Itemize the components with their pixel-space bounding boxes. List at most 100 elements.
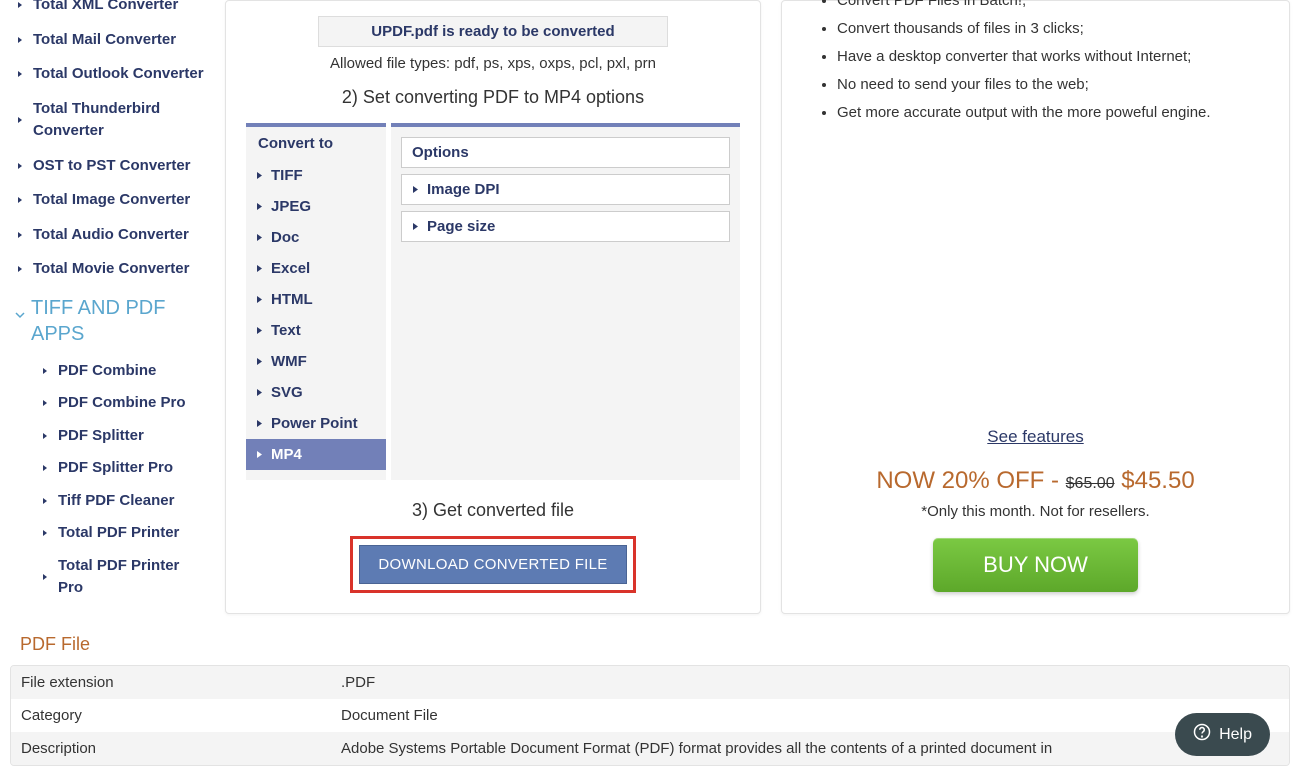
triangle-right-icon [256,357,263,366]
format-item[interactable]: MP4 [246,439,386,470]
format-item[interactable]: TIFF [246,160,386,191]
chevron-right-icon [15,230,25,240]
chevron-right-icon [40,463,50,473]
option-row[interactable]: Page size [401,211,730,242]
triangle-right-icon [256,202,263,211]
see-features-link[interactable]: See features [987,427,1083,446]
sidebar-item[interactable]: Total Movie Converter [15,252,205,287]
sidebar-item[interactable]: PDF Combine [15,355,205,388]
sidebar-item[interactable]: Total Image Converter [15,183,205,218]
format-label: Doc [271,229,299,246]
sidebar-item-label: Total PDF Printer [58,522,179,545]
options-header-label: Options [412,144,469,161]
chevron-right-icon [40,496,50,506]
format-label: Excel [271,260,310,277]
sidebar-category-header[interactable]: TIFF AND PDF APPS [15,287,205,355]
triangle-right-icon [256,388,263,397]
sidebar-item-label: PDF Splitter [58,425,144,448]
sidebar-item-label: Total Outlook Converter [33,63,204,86]
sidebar-item[interactable]: OST to PST Converter [15,149,205,184]
sidebar-item[interactable]: PDF Splitter Pro [15,452,205,485]
sidebar-category-label: TIFF AND PDF APPS [31,295,205,347]
sidebar-item[interactable]: Total Outlook Converter [15,57,205,92]
help-label: Help [1219,726,1252,744]
triangle-right-icon [256,264,263,273]
promo-price: NOW 20% OFF - $65.00 $45.50 [802,467,1269,495]
format-label: WMF [271,353,307,370]
convert-to-header: Convert to [246,127,386,160]
format-item[interactable]: Doc [246,222,386,253]
format-item[interactable]: Text [246,315,386,346]
pdf-info-table: File extension.PDFCategoryDocument FileD… [10,665,1290,766]
triangle-right-icon [256,326,263,335]
format-label: Power Point [271,415,358,432]
chevron-right-icon [15,69,25,79]
table-row: DescriptionAdobe Systems Portable Docume… [11,732,1289,765]
table-row: File extension.PDF [11,666,1289,699]
sidebar-item[interactable]: PDF Combine Pro [15,387,205,420]
table-key: Category [21,707,341,724]
table-value: Document File [341,707,1279,724]
option-row[interactable]: Image DPI [401,174,730,205]
sidebar: Total XML Converter Total Mail Converter T… [0,0,215,614]
sidebar-item-label: Tiff PDF Cleaner [58,490,174,513]
feature-bullet: Convert thousands of files in 3 clicks; [837,15,1269,43]
sidebar-item-label: OST to PST Converter [33,155,191,178]
format-item[interactable]: SVG [246,377,386,408]
table-value: Adobe Systems Portable Document Format (… [341,740,1279,757]
sidebar-item[interactable]: Total PDF Printer Pro [15,550,205,605]
sidebar-item[interactable]: Total XML Converter [15,0,205,23]
format-item[interactable]: HTML [246,284,386,315]
triangle-right-icon [256,419,263,428]
allowed-types-text: Allowed file types: pdf, ps, xps, oxps, … [246,55,740,72]
conversion-panel: UPDF.pdf is ready to be converted Allowe… [225,0,761,614]
sidebar-item-label: Total PDF Printer Pro [58,555,205,600]
help-button[interactable]: Help [1175,713,1270,756]
download-button[interactable]: DOWNLOAD CONVERTED FILE [359,545,626,584]
triangle-right-icon [256,450,263,459]
triangle-right-icon [412,185,419,194]
sidebar-item[interactable]: Total Audio Converter [15,218,205,253]
promo-panel: Convert PDF Files in Batch!;Convert thou… [781,0,1290,614]
chevron-down-icon [15,301,25,327]
promo-now-text: NOW 20% OFF - [876,467,1059,494]
sidebar-item[interactable]: Total Thunderbird Converter [15,92,205,149]
chevron-right-icon [15,264,25,274]
chevron-right-icon [40,528,50,538]
sidebar-item-label: Total Audio Converter [33,224,189,247]
feature-list: Convert PDF Files in Batch!;Convert thou… [802,0,1269,127]
format-item[interactable]: WMF [246,346,386,377]
table-row: CategoryDocument File [11,699,1289,732]
promo-new-price: $45.50 [1121,467,1194,494]
chevron-right-icon [40,572,50,582]
file-ready-box: UPDF.pdf is ready to be converted [318,16,668,47]
buy-now-button[interactable]: BUY NOW [933,538,1138,592]
sidebar-item[interactable]: Total Mail Converter [15,23,205,58]
options-header: Options [401,137,730,168]
feature-bullet: No need to send your files to the web; [837,71,1269,99]
chevron-right-icon [40,431,50,441]
sidebar-item-label: Total XML Converter [33,0,178,17]
chevron-right-icon [15,161,25,171]
table-key: Description [21,740,341,757]
sidebar-item[interactable]: Total PDF Printer [15,517,205,550]
triangle-right-icon [412,222,419,231]
format-item[interactable]: Excel [246,253,386,284]
format-item[interactable]: Power Point [246,408,386,439]
chevron-right-icon [40,366,50,376]
format-item[interactable]: JPEG [246,191,386,222]
chevron-right-icon [40,398,50,408]
sidebar-item-label: Total Image Converter [33,189,190,212]
sidebar-item[interactable]: Tiff PDF Cleaner [15,485,205,518]
triangle-right-icon [256,171,263,180]
chevron-right-icon [15,115,25,125]
sidebar-item-label: PDF Splitter Pro [58,457,173,480]
feature-bullet: Have a desktop converter that works with… [837,43,1269,71]
promo-note: *Only this month. Not for resellers. [802,503,1269,520]
help-icon [1193,723,1211,746]
sidebar-item[interactable]: PDF Splitter [15,420,205,453]
sidebar-item-label: PDF Combine [58,360,156,383]
options-box: Options Image DPI Page size [391,123,740,480]
promo-old-price: $65.00 [1066,475,1115,492]
format-label: JPEG [271,198,311,215]
